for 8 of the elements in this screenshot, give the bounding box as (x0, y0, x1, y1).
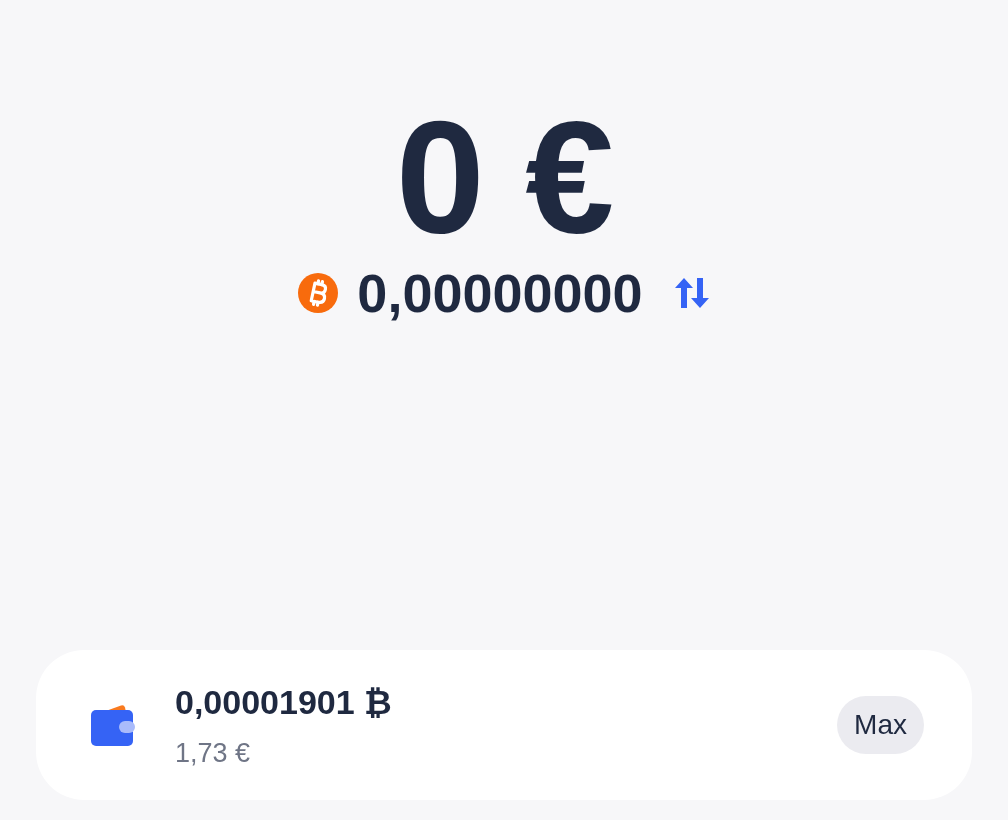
balance-fiat: 1,73 € (175, 736, 252, 769)
amount-crypto: 0,00000000 (357, 266, 643, 320)
wallet-icon (91, 704, 135, 746)
swap-icon[interactable] (673, 277, 710, 309)
amount-fiat: 0 € (395, 97, 613, 257)
balance-crypto: 0,00001901 ₿ (175, 681, 392, 722)
bitcoin-icon (298, 273, 339, 313)
max-button[interactable]: Max (837, 696, 924, 754)
